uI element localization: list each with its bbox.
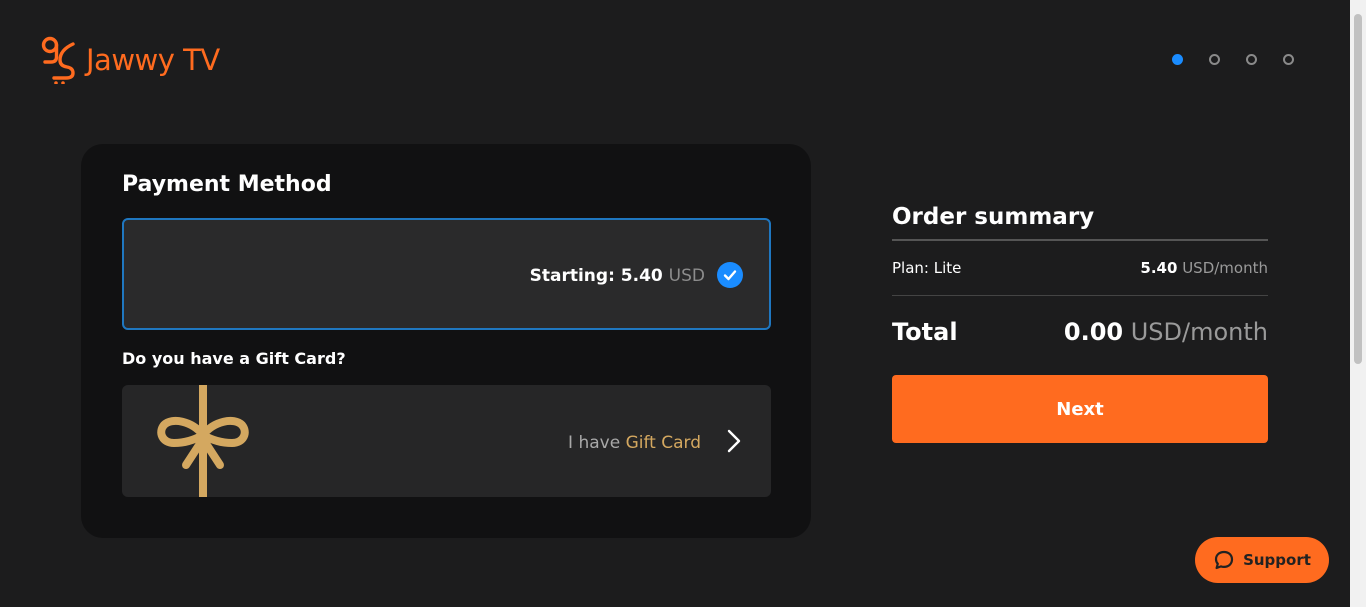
gift-card-link-text: I have Gift Card [568, 433, 701, 453]
starting-price-label: Starting: 5.40 [529, 266, 663, 286]
gift-ribbon-icon [157, 385, 249, 497]
order-summary-title: Order summary [892, 204, 1268, 241]
gift-card-question: Do you have a Gift Card? [122, 349, 346, 368]
step-3-indicator [1246, 54, 1257, 65]
total-price-value: 0.00 [1063, 318, 1124, 346]
step-2-indicator [1209, 54, 1220, 65]
payment-card: Payment Method Starting: 5.40 USD Do you… [81, 144, 811, 538]
brand-name: Jawwy TV [86, 43, 220, 77]
check-circle-icon [717, 262, 743, 288]
plan-price-unit: USD/month [1182, 259, 1268, 277]
starting-price: Starting: 5.40 USD [530, 266, 705, 286]
support-label: Support [1243, 551, 1311, 569]
total-label: Total [892, 318, 958, 346]
brand-logo[interactable]: Jawwy TV [40, 36, 220, 84]
payment-method-title: Payment Method [122, 172, 332, 197]
page-scrollbar[interactable] [1350, 0, 1366, 607]
jawwy-logo-icon [41, 36, 75, 84]
total-price: 0.00 USD/month [1064, 318, 1268, 346]
next-button[interactable]: Next [892, 375, 1268, 443]
step-1-indicator [1172, 54, 1183, 65]
plan-row: Plan: Lite 5.40 USD/month [892, 241, 1268, 296]
gift-card-highlight: Gift Card [625, 433, 701, 453]
total-row: Total 0.00 USD/month [892, 296, 1268, 368]
step-4-indicator [1283, 54, 1294, 65]
progress-steps [1172, 54, 1294, 65]
gift-card-option[interactable]: I have Gift Card [122, 385, 771, 497]
order-summary: Order summary Plan: Lite 5.40 USD/month … [892, 204, 1268, 443]
plan-price: 5.40 USD/month [1140, 259, 1268, 277]
support-button[interactable]: Support [1195, 537, 1329, 583]
gift-card-prefix: I have [568, 433, 621, 453]
starting-price-currency: USD [668, 266, 705, 286]
total-price-unit: USD/month [1130, 318, 1268, 346]
payment-method-option[interactable]: Starting: 5.40 USD [122, 218, 771, 330]
chevron-right-icon [727, 429, 741, 453]
plan-label: Plan: Lite [892, 259, 962, 277]
scrollbar-thumb[interactable] [1354, 14, 1362, 364]
chat-bubble-icon [1214, 550, 1234, 570]
plan-price-value: 5.40 [1140, 259, 1178, 277]
